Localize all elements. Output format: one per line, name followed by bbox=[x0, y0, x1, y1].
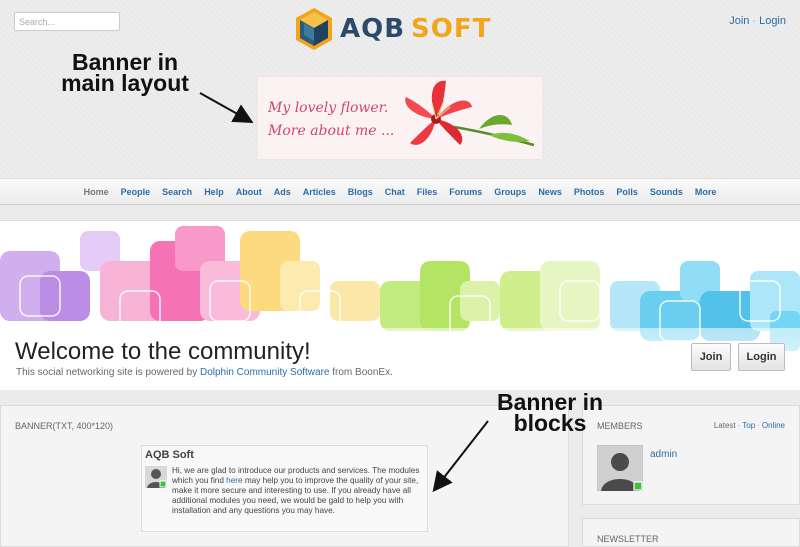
hero-banner: Welcome to the community! This social ne… bbox=[0, 220, 800, 390]
online-status-icon bbox=[633, 481, 643, 491]
site-logo[interactable]: AQB SOFT bbox=[294, 6, 491, 52]
nav-item-blogs[interactable]: Blogs bbox=[342, 187, 379, 197]
separator: · bbox=[752, 15, 757, 27]
nav-item-polls[interactable]: Polls bbox=[610, 187, 644, 197]
main-layout-banner[interactable]: My lovely flower. More about me ... bbox=[257, 76, 543, 160]
here-link[interactable]: here bbox=[226, 476, 242, 485]
avatar-icon[interactable] bbox=[597, 445, 643, 491]
hero-title: Welcome to the community! bbox=[15, 338, 311, 365]
nav-item-ads[interactable]: Ads bbox=[268, 187, 297, 197]
nav-item-chat[interactable]: Chat bbox=[379, 187, 411, 197]
nav-item-news[interactable]: News bbox=[532, 187, 568, 197]
main-navigation: Home People Search Help About Ads Articles Blog… bbox=[0, 178, 800, 205]
nav-item-articles[interactable]: Articles bbox=[297, 187, 342, 197]
members-tabs: Latest · Top · Online bbox=[713, 421, 785, 430]
avatar-icon bbox=[145, 466, 167, 488]
login-button[interactable]: Login bbox=[738, 343, 785, 371]
tab-online[interactable]: Online bbox=[762, 421, 785, 430]
nav-item-about[interactable]: About bbox=[230, 187, 268, 197]
join-button[interactable]: Join bbox=[691, 343, 731, 371]
nav-item-search[interactable]: Search bbox=[156, 187, 198, 197]
nav-item-forums[interactable]: Forums bbox=[443, 187, 488, 197]
block-title: AQB Soft bbox=[145, 449, 194, 461]
annotation-main-layout: Banner in main layout bbox=[61, 49, 189, 96]
block-text: Hi, we are glad to introduce our product… bbox=[172, 466, 420, 515]
panel-title: BANNER(TXT, 400*120) bbox=[15, 421, 114, 431]
annotation-blocks: Banner in blocks bbox=[496, 389, 604, 436]
block-banner[interactable]: AQB Soft Hi, we are glad to introduce ou… bbox=[141, 445, 428, 532]
nav-item-people[interactable]: People bbox=[115, 187, 157, 197]
panel-title: NEWSLETTER bbox=[597, 534, 659, 544]
hero-subtitle: This social networking site is powered b… bbox=[16, 367, 393, 378]
login-link[interactable]: Login bbox=[759, 15, 786, 27]
banner-text: My lovely flower. More about me ... bbox=[268, 100, 395, 139]
cube-logo-icon bbox=[296, 8, 332, 50]
dolphin-link[interactable]: Dolphin Community Software bbox=[200, 367, 330, 378]
nav-item-more[interactable]: More bbox=[689, 187, 723, 197]
nav-item-sounds[interactable]: Sounds bbox=[644, 187, 689, 197]
nav-item-photos[interactable]: Photos bbox=[568, 187, 611, 197]
nav-item-groups[interactable]: Groups bbox=[488, 187, 532, 197]
nav-item-help[interactable]: Help bbox=[198, 187, 230, 197]
nav-item-home[interactable]: Home bbox=[78, 187, 115, 197]
tab-latest[interactable]: Latest bbox=[714, 421, 736, 430]
flower-icon bbox=[405, 80, 535, 147]
tab-top[interactable]: Top bbox=[742, 421, 755, 430]
join-link[interactable]: Join bbox=[729, 15, 749, 27]
search-input[interactable] bbox=[14, 12, 120, 31]
auth-links: Join · Login bbox=[729, 15, 786, 27]
nav-item-files[interactable]: Files bbox=[411, 187, 444, 197]
logo-text: AQB SOFT bbox=[340, 14, 492, 44]
newsletter-panel: NEWSLETTER bbox=[582, 518, 800, 547]
member-name-link[interactable]: admin bbox=[650, 449, 677, 460]
